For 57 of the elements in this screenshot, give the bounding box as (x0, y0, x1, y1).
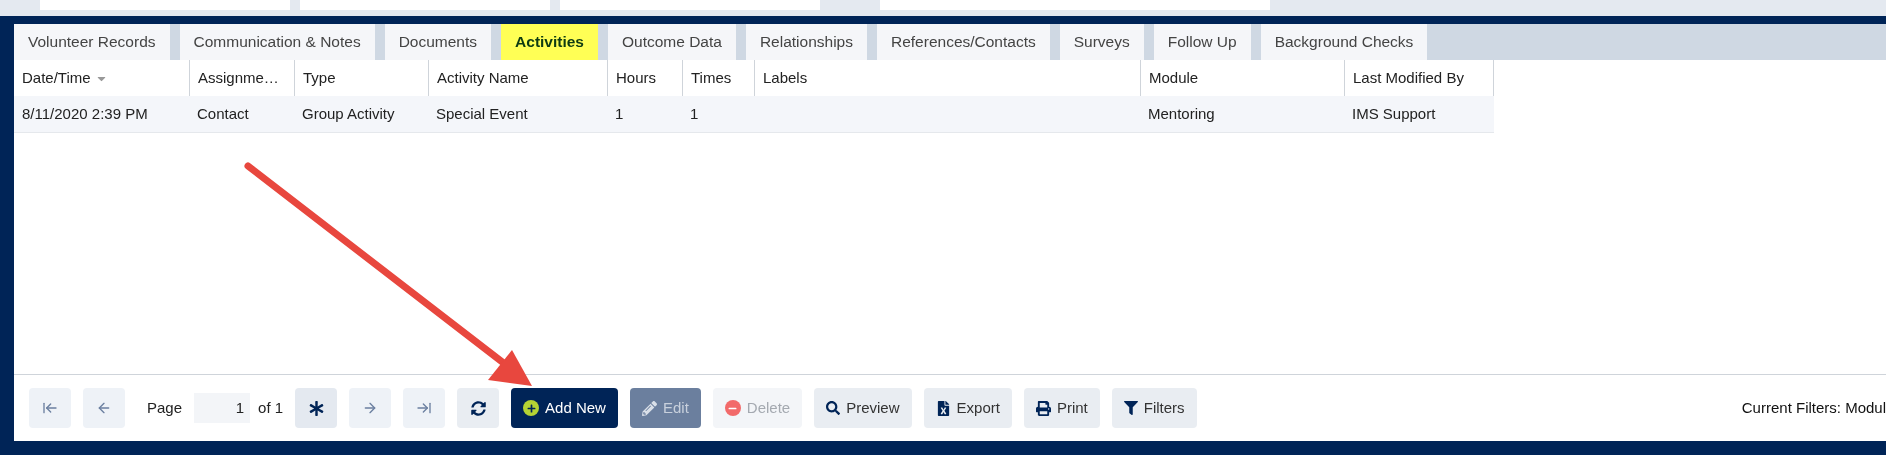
spreadsheet-file-icon (935, 400, 951, 416)
header-label: Module (1149, 67, 1199, 88)
filter-icon (1123, 401, 1138, 415)
table-cell-text: 1 (615, 103, 624, 124)
first-page-button[interactable] (29, 388, 71, 428)
tab[interactable]: Outcome Data (608, 24, 736, 60)
table-cell-text: Mentoring (1148, 103, 1215, 124)
column-header[interactable]: Last Modified By (1344, 60, 1494, 96)
refresh-icon (470, 400, 486, 416)
date-field[interactable] (300, 0, 550, 10)
form-field[interactable] (560, 0, 820, 10)
refresh-button[interactable] (457, 388, 500, 428)
form-field[interactable] (880, 0, 1270, 10)
tab[interactable]: Documents (384, 24, 492, 60)
table-row[interactable]: 8/11/2020 2:39 PM Contact Group Activity Special Event 1 1 Mentoring IMS Support (14, 96, 1494, 133)
header-label: Times (691, 67, 732, 88)
pencil-icon (641, 400, 657, 416)
page-number-field[interactable]: 1 (194, 393, 251, 423)
header-label: Labels (763, 67, 808, 88)
table-cell-text: IMS Support (1352, 103, 1436, 124)
page-count: of 1 (258, 397, 284, 418)
tab[interactable]: Relationships (745, 24, 867, 60)
form-field[interactable] (40, 0, 290, 10)
asterisk-icon (308, 400, 324, 416)
preview-button[interactable]: Preview (814, 388, 912, 428)
table-cell-text: Special Event (436, 103, 528, 124)
tab[interactable]: References/Contacts (877, 24, 1050, 60)
export-button[interactable]: Export (923, 388, 1012, 428)
tab[interactable]: Activities (501, 24, 598, 60)
tab[interactable]: Background Checks (1260, 24, 1428, 60)
header-label: Type (303, 67, 336, 88)
tab[interactable]: Communication & Notes (179, 24, 375, 60)
header-label: Last Modified By (1353, 67, 1464, 88)
table-cell-text: 1 (690, 103, 699, 124)
next-page-button[interactable] (349, 388, 392, 428)
filters-button[interactable]: Filters (1111, 388, 1197, 428)
first-page-icon (42, 400, 58, 416)
print-button[interactable]: Print (1023, 388, 1100, 428)
tab[interactable]: Volunteer Records (14, 24, 170, 60)
header-label: Hours (616, 67, 656, 88)
previous-page-button[interactable] (83, 388, 125, 428)
header-label: Date/Time (22, 67, 91, 88)
table-cell-text: Contact (197, 103, 249, 124)
last-page-icon (416, 400, 433, 416)
last-page-button[interactable] (403, 388, 446, 428)
printer-icon (1035, 400, 1051, 416)
table-cell-text: 8/11/2020 2:39 PM (22, 103, 148, 124)
tab[interactable]: Follow Up (1153, 24, 1251, 60)
current-filters-text: Current Filters: Modul (1741, 397, 1886, 418)
search-icon (826, 401, 841, 415)
header-label: Activity Name (437, 67, 529, 88)
asterisk-button[interactable] (295, 388, 338, 428)
tab[interactable]: Surveys (1059, 24, 1144, 60)
page-label: Page (147, 397, 183, 418)
header-label: Assignme… (198, 67, 279, 88)
add-button[interactable]: Add New (511, 388, 618, 428)
table-cell-text: Group Activity (302, 103, 395, 124)
